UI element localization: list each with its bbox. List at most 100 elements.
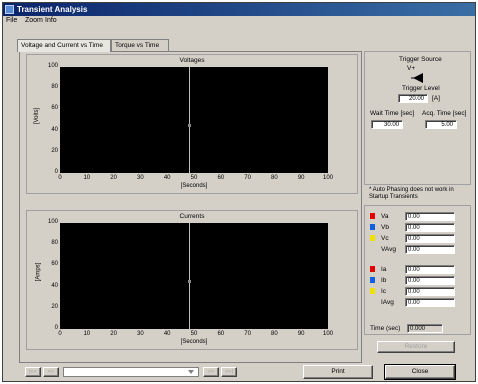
chart-title: Voltages xyxy=(179,57,205,64)
x-tick-label: 90 xyxy=(297,175,305,181)
trigger-level-label: Trigger Level xyxy=(402,85,440,92)
readout-label: Ic xyxy=(381,288,387,295)
y-axis-label: [Amps] xyxy=(35,262,42,282)
cursor-line[interactable] xyxy=(188,67,190,173)
x-tick-label: 50 xyxy=(190,331,198,337)
y-tick-label: 20 xyxy=(51,147,58,154)
x-tick-label: 100 xyxy=(322,331,333,337)
readout-value: 0.00 xyxy=(405,223,455,232)
readout-value: 0.00 xyxy=(405,245,455,254)
trigger-level-unit: [A] xyxy=(432,95,440,102)
time-label: Time (sec) xyxy=(370,325,401,332)
y-tick-label: 100 xyxy=(47,219,58,225)
readout-value: 0.00 xyxy=(405,234,455,243)
y-tick-label: 100 xyxy=(47,63,58,69)
readout-value: 0.00 xyxy=(405,276,455,285)
menu-info[interactable]: Info xyxy=(45,16,57,26)
phase-color-swatch xyxy=(370,277,375,283)
x-tick-label: 90 xyxy=(297,331,305,337)
close-button[interactable]: Close xyxy=(384,364,456,380)
nav-first-button[interactable]: |<< xyxy=(25,367,41,377)
y-tick-label: 20 xyxy=(51,303,58,310)
phase-color-swatch xyxy=(370,224,375,230)
readouts-panel: Va 0.00 Vb 0.00 Vc 0.00 VAvg 0.00 Ia 0.00 Ib 0.00 I… xyxy=(364,205,471,335)
current-plot-area[interactable] xyxy=(60,223,328,329)
trigger-source-label: Trigger Source xyxy=(399,56,442,63)
time-value: 0.000 xyxy=(407,324,443,333)
restore-button[interactable]: Restore xyxy=(377,341,455,353)
timeline-scrollbar[interactable] xyxy=(63,367,199,377)
chart-title: Currents xyxy=(179,213,205,220)
nav-prev-button[interactable]: << xyxy=(43,367,59,377)
trigger-source-value: V+ xyxy=(407,65,416,72)
y-axis-label: [Volts] xyxy=(34,107,41,125)
tab-panel: Voltages 100 80 60 40 20 0 0 10 20 30 40 50 60 70 80 9… xyxy=(19,51,362,363)
print-button[interactable]: Print xyxy=(303,365,373,379)
phase-color-swatch xyxy=(370,235,375,241)
x-tick-label: 0 xyxy=(58,175,62,181)
menu-zoom[interactable]: Zoom xyxy=(25,16,43,26)
menu-bar: File Zoom Info xyxy=(3,16,475,26)
readout-value: 0.00 xyxy=(405,265,455,274)
title-bar: Transient Analysis xyxy=(3,3,475,16)
x-tick-label: 20 xyxy=(110,175,117,181)
current-chart: Currents 100 80 60 40 20 0 0 10 20 30 40 50 60 70 80 9… xyxy=(26,210,358,350)
x-tick-label: 60 xyxy=(217,175,225,181)
x-tick-label: 50 xyxy=(190,175,198,181)
chevron-down-icon[interactable] xyxy=(188,370,194,375)
x-tick-label: 70 xyxy=(244,175,251,181)
tab-voltage-current[interactable]: Voltage and Current vs Time xyxy=(17,39,111,52)
readout-value: 0.00 xyxy=(405,287,455,296)
x-tick-label: 40 xyxy=(163,175,171,181)
x-tick-label: 20 xyxy=(110,331,117,337)
nav-next-button[interactable]: >> xyxy=(203,367,219,377)
phase-color-swatch xyxy=(370,213,375,219)
x-tick-label: 40 xyxy=(163,331,171,337)
cursor-point[interactable] xyxy=(187,124,191,128)
cursor-line[interactable] xyxy=(188,223,190,329)
readout-label: Ia xyxy=(381,266,387,273)
tab-torque[interactable]: Torque vs Time xyxy=(111,39,169,51)
trigger-slope-icon[interactable] xyxy=(411,72,425,84)
readout-label: Vc xyxy=(381,235,389,242)
x-tick-label: 30 xyxy=(137,175,144,181)
wait-time-label: Wait Time [sec] xyxy=(370,110,415,117)
readout-label: VAvg xyxy=(381,246,396,253)
x-tick-label: 10 xyxy=(83,331,91,337)
window-title: Transient Analysis xyxy=(17,5,88,14)
x-tick-label: 10 xyxy=(83,175,91,181)
y-tick-label: 60 xyxy=(51,261,58,268)
y-tick-label: 40 xyxy=(51,282,58,289)
x-tick-label: 80 xyxy=(271,331,278,337)
x-tick-label: 60 xyxy=(217,331,225,337)
acq-time-label: Acq. Time [sec] xyxy=(422,110,467,117)
x-tick-label: 0 xyxy=(58,331,62,337)
wait-time-input[interactable]: 30.00 xyxy=(371,120,403,129)
x-tick-label: 80 xyxy=(271,175,278,181)
acq-time-input[interactable]: 5.00 xyxy=(425,120,457,129)
readout-value: 0.00 xyxy=(405,212,455,221)
trigger-panel: Trigger Source V+ Trigger Level 20.00 [A… xyxy=(364,51,471,185)
voltage-plot-area[interactable] xyxy=(60,67,328,173)
app-icon xyxy=(5,5,14,14)
x-tick-label: 100 xyxy=(322,175,333,181)
menu-file[interactable]: File xyxy=(6,16,17,26)
readout-label: IAvg xyxy=(381,299,394,306)
voltage-chart: Voltages 100 80 60 40 20 0 0 10 20 30 40 50 60 70 80 9… xyxy=(26,54,358,194)
x-tick-label: 70 xyxy=(244,331,251,337)
cursor-point[interactable] xyxy=(187,280,191,284)
trigger-level-input[interactable]: 20.00 xyxy=(398,94,428,103)
auto-phasing-note: * Auto Phasing does not work in Startup … xyxy=(369,187,454,200)
transient-analysis-window: Transient Analysis File Zoom Info Voltag… xyxy=(2,2,476,382)
readout-label: Vb xyxy=(381,224,389,231)
y-tick-label: 40 xyxy=(51,126,58,133)
readout-value: 0.00 xyxy=(405,298,455,307)
readout-label: Ib xyxy=(381,277,387,284)
readout-label: Va xyxy=(381,213,389,220)
y-tick-label: 60 xyxy=(51,105,58,112)
phase-color-swatch xyxy=(370,288,375,294)
x-axis-label: [Seconds] xyxy=(180,183,208,189)
nav-last-button[interactable]: >>| xyxy=(221,367,237,377)
x-axis-label: [Seconds] xyxy=(180,339,208,345)
y-tick-label: 80 xyxy=(51,84,58,91)
